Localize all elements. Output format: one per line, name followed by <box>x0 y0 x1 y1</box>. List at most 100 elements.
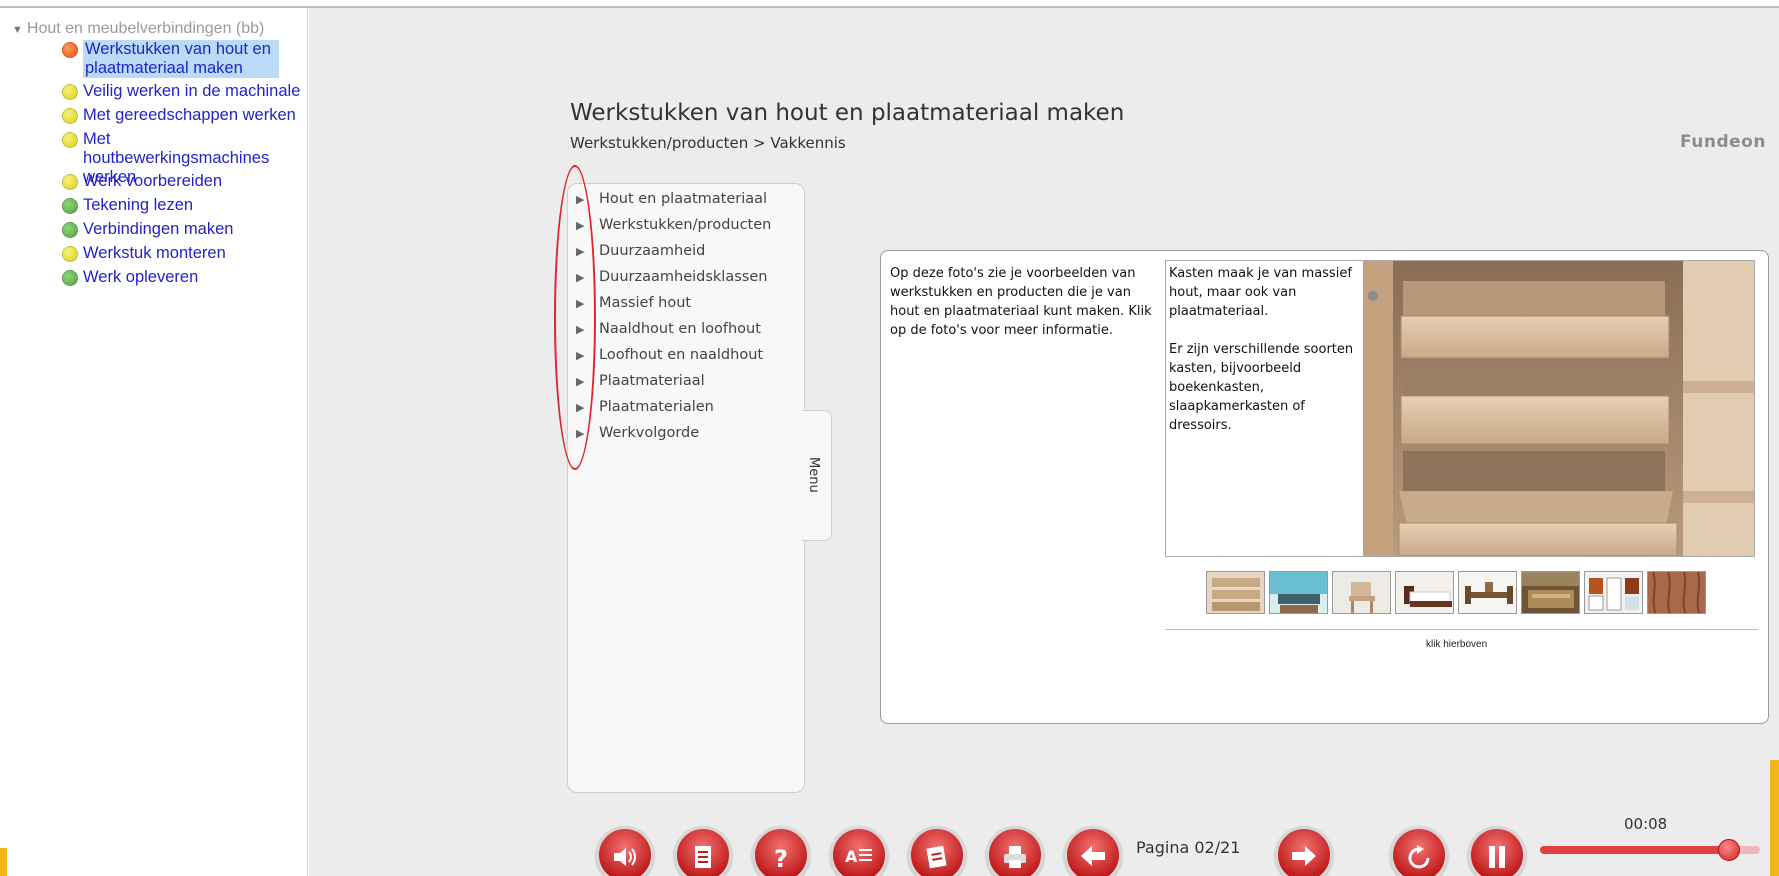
thumbnail-caption: klik hierboven <box>1426 639 1488 650</box>
status-dot-icon <box>62 132 78 148</box>
speaker-icon <box>614 848 636 866</box>
replay-button[interactable] <box>1390 826 1448 876</box>
menu-item-label: Loofhout en naaldhout <box>599 347 764 363</box>
thumbnail-chair[interactable] <box>1332 571 1391 614</box>
menu-item[interactable]: ▶ Massief hout <box>576 290 771 316</box>
menu-item-label: Plaatmateriaal <box>599 373 705 389</box>
thumbnail-wood-texture[interactable] <box>1647 571 1706 614</box>
status-dot-icon <box>62 84 78 100</box>
print-icon <box>1004 846 1026 868</box>
menu-item-label: Naaldhout en loofhout <box>599 321 761 337</box>
tree-item-label: Werkstukken van hout en plaatmateriaal m… <box>83 40 279 78</box>
collapse-triangle-icon[interactable]: ▼ <box>12 24 23 36</box>
thumbnail-bed[interactable] <box>1395 571 1454 614</box>
thumbnail-divider <box>1165 629 1758 630</box>
svg-text:A: A <box>845 847 858 866</box>
tree-item-verbindingen-maken[interactable]: Verbindingen maken <box>62 220 308 239</box>
tree-item-tekening-lezen[interactable]: Tekening lezen <box>62 196 308 215</box>
status-dot-icon <box>62 42 78 58</box>
tree-item-label: Werk opleveren <box>83 268 199 286</box>
page-indicator: Pagina 02/21 <box>1136 838 1241 857</box>
menu-tab[interactable]: Menu <box>802 410 832 541</box>
thumbnail-dining-set[interactable] <box>1458 571 1517 614</box>
tree-item-label: Tekening lezen <box>83 196 194 214</box>
audio-button[interactable] <box>596 826 654 876</box>
elapsed-time: 00:08 <box>1624 815 1668 833</box>
tree-item-werk-voorbereiden[interactable]: Werk voorbereiden <box>62 172 308 191</box>
tree-item-veilig-werken[interactable]: Veilig werken in de machinale <box>62 82 308 101</box>
edge-decoration <box>0 848 7 876</box>
page-title: Werkstukken van hout en plaatmateriaal m… <box>570 100 1125 126</box>
menu-item[interactable]: ▶ Duurzaamheid <box>576 238 771 264</box>
thumbnail-strip <box>1206 571 1706 614</box>
print-button[interactable] <box>986 826 1044 876</box>
tree-item-werkstuk-monteren[interactable]: Werkstuk monteren <box>62 244 308 263</box>
menu-item[interactable]: ▶ Plaatmaterialen <box>576 394 771 420</box>
tree-item-label: Veilig werken in de machinale <box>83 82 301 100</box>
help-icon: ? <box>774 845 788 871</box>
edge-decoration <box>1770 760 1779 876</box>
tree-item-label: Werk voorbereiden <box>83 172 223 190</box>
menu-item-label: Werkstukken/producten <box>599 217 772 233</box>
description-paragraph: Kasten maak je van massief hout, maar oo… <box>1169 266 1352 319</box>
svg-text:?: ? <box>774 845 788 871</box>
progress-fill <box>1540 846 1730 854</box>
menu-item[interactable]: ▶ Werkvolgorde <box>576 420 771 446</box>
notes-button[interactable] <box>908 826 966 876</box>
breadcrumb: Werkstukken/producten > Vakkennis <box>570 134 846 152</box>
menu-item-label: Duurzaamheid <box>599 243 706 259</box>
menu-tab-label: Menu <box>806 457 821 493</box>
cabinet-photo <box>1363 261 1754 556</box>
menu-item[interactable]: ▶ Naaldhout en loofhout <box>576 316 771 342</box>
menu-item[interactable]: ▶ Loofhout en naaldhout <box>576 342 771 368</box>
thumbnail-livingroom[interactable] <box>1269 571 1328 614</box>
tree-item-label: Met gereedschappen werken <box>83 106 296 124</box>
previous-button[interactable] <box>1064 826 1122 876</box>
replay-icon <box>1408 845 1430 869</box>
tree-item-werkstukken[interactable]: Werkstukken van hout en plaatmateriaal m… <box>62 40 308 83</box>
notes-icon <box>926 845 947 869</box>
tree-root-label: Hout en meubelverbindingen (bb) <box>26 20 265 37</box>
menu-item[interactable]: ▶ Werkstukken/producten <box>576 212 771 238</box>
text-icon: A <box>845 847 872 866</box>
tree-item-gereedschappen[interactable]: Met gereedschappen werken <box>62 106 308 125</box>
help-button[interactable]: ? <box>752 826 810 876</box>
menu-item-label: Massief hout <box>599 295 692 311</box>
tree-item-label: Werkstuk monteren <box>83 244 226 262</box>
course-tree: ▼ Hout en meubelverbindingen (bb) Werkstu… <box>0 8 308 876</box>
status-dot-icon <box>62 174 78 190</box>
status-dot-icon <box>62 222 78 238</box>
intro-text: Op deze foto's zie je voorbeelden van we… <box>890 266 1152 338</box>
thumbnail-drawers[interactable] <box>1206 571 1265 614</box>
menu-item-label: Hout en plaatmateriaal <box>599 191 768 207</box>
description-paragraph: Er zijn verschillende soorten kasten, bi… <box>1169 342 1354 433</box>
status-dot-icon <box>62 108 78 124</box>
previous-icon <box>1081 846 1105 866</box>
tree-item-label: Verbindingen maken <box>83 220 234 238</box>
status-dot-icon <box>62 198 78 214</box>
next-icon <box>1292 846 1316 866</box>
menu-item[interactable]: ▶ Duurzaamheidsklassen <box>576 264 771 290</box>
status-dot-icon <box>62 270 78 286</box>
menu-item[interactable]: ▶ Plaatmateriaal <box>576 368 771 394</box>
brand-logo: Fundeon <box>1680 132 1766 152</box>
document-button[interactable] <box>674 826 732 876</box>
app-window: ▼ Hout en meubelverbindingen (bb) Werkstu… <box>0 0 1779 876</box>
status-dot-icon <box>62 246 78 262</box>
tree-item-werk-opleveren[interactable]: Werk opleveren <box>62 268 308 287</box>
document-icon <box>695 846 711 868</box>
menu-item-label: Werkvolgorde <box>599 425 700 441</box>
thumbnail-interior[interactable] <box>1521 571 1580 614</box>
next-button[interactable] <box>1275 826 1333 876</box>
tree-root-item[interactable]: ▼ Hout en meubelverbindingen (bb) <box>12 20 264 38</box>
photo-description: Kasten maak je van massief hout, maar oo… <box>1169 264 1354 435</box>
menu-item-label: Plaatmaterialen <box>599 399 714 415</box>
progress-bar[interactable] <box>1540 839 1760 861</box>
thumbnail-cabinets[interactable] <box>1584 571 1643 614</box>
menu-list: ▶ Hout en plaatmateriaal ▶ Werkstukken/pro… <box>576 186 771 446</box>
menu-item[interactable]: ▶ Hout en plaatmateriaal <box>576 186 771 212</box>
annotation-ellipse <box>554 165 596 470</box>
pause-button[interactable] <box>1468 826 1526 876</box>
menu-item-label: Duurzaamheidsklassen <box>599 269 768 285</box>
text-button[interactable]: A <box>830 826 888 876</box>
